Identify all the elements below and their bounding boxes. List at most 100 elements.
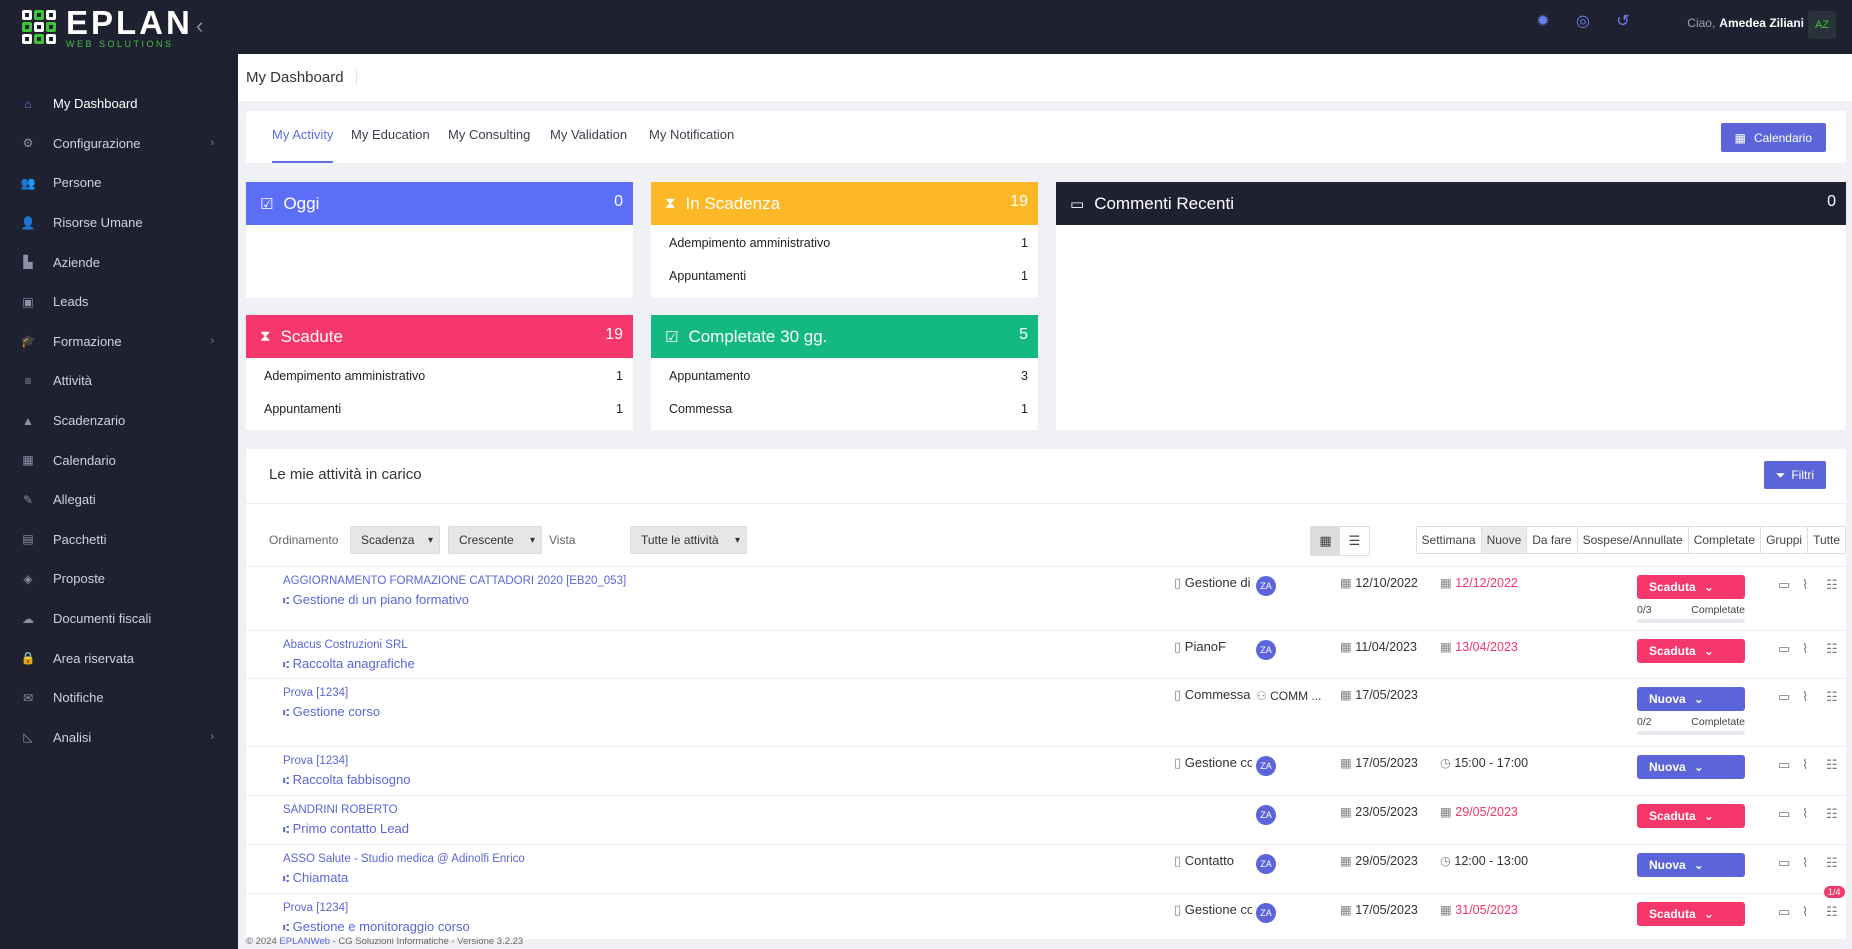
assignee-avatar[interactable]: ZA	[1256, 576, 1276, 596]
status-dropdown[interactable]: Nuova	[1637, 755, 1745, 779]
checklist-icon[interactable]: ☷	[1826, 757, 1838, 773]
sidebar-item-formazione[interactable]: 🎓 Formazione ›	[0, 322, 238, 362]
table-row[interactable]: Abacus Costruzioni SRL ⑆ Raccolta anagraf…	[246, 630, 1846, 678]
table-row[interactable]: ASSO Salute - Studio medica @ Adinolfi E…	[246, 844, 1846, 893]
assignee-avatar[interactable]: ZA	[1256, 854, 1276, 874]
comment-icon[interactable]: ▭	[1778, 689, 1790, 705]
row-activity-name[interactable]: ⑆ Raccolta anagrafiche	[283, 656, 415, 671]
sidebar-item-persone[interactable]: 👥 Persone	[0, 163, 238, 203]
tab-my-notification[interactable]: My Notification	[649, 127, 734, 142]
period-nuove[interactable]: Nuove	[1481, 527, 1528, 553]
comment-icon[interactable]: ▭	[1778, 577, 1790, 593]
row-reference[interactable]: Abacus Costruzioni SRL	[283, 639, 408, 651]
logo[interactable]: EPLAN WEB SOLUTIONS ‹	[0, 0, 238, 54]
history-icon[interactable]: ↺	[1614, 12, 1632, 30]
period-gruppi[interactable]: Gruppi	[1761, 527, 1809, 553]
sidebar-item-configurazione[interactable]: ⚙ Configurazione ›	[0, 124, 238, 164]
row-reference[interactable]: Prova [1234]	[283, 755, 348, 767]
assignee-group[interactable]: ⚇ COMM ...	[1256, 689, 1321, 703]
card-row[interactable]: Appuntamenti 1	[651, 259, 1038, 292]
assignee-avatar[interactable]: ZA	[1256, 805, 1276, 825]
sidebar-item-pacchetti[interactable]: ▤ Pacchetti	[0, 520, 238, 560]
status-dropdown[interactable]: Scaduta	[1637, 804, 1745, 828]
checklist-icon[interactable]: ☷	[1826, 855, 1838, 871]
period-sospese-annullate[interactable]: Sospese/Annullate	[1578, 527, 1689, 553]
card-row[interactable]: Appuntamento 3	[651, 359, 1038, 392]
row-reference[interactable]: SANDRINI ROBERTO	[283, 804, 398, 816]
row-activity-name[interactable]: ⑆ Raccolta fabbisogno	[283, 772, 410, 787]
sidebar-item-aziende[interactable]: ▙ Aziende	[0, 242, 238, 282]
checklist-icon[interactable]: ☷	[1826, 577, 1838, 593]
card-commenti-recenti[interactable]: ▭ Commenti Recenti 0	[1056, 182, 1846, 430]
support-lifebuoy-icon[interactable]: ◎	[1574, 12, 1592, 30]
tab-my-validation[interactable]: My Validation	[550, 127, 627, 142]
paperclip-icon[interactable]: ⌇	[1802, 757, 1808, 773]
sidebar-item-risorse-umane[interactable]: 👤 Risorse Umane	[0, 203, 238, 243]
card-completate[interactable]: ☑ Completate 30 gg. 5 Appuntamento 3 Commes…	[651, 315, 1038, 430]
table-row[interactable]: Prova [1234] ⑆ Gestione e monitoraggio co…	[246, 886, 1846, 939]
paperclip-icon[interactable]: ⌇	[1802, 577, 1808, 593]
status-dropdown[interactable]: Nuova	[1637, 687, 1745, 711]
table-row[interactable]: SANDRINI ROBERTO ⑆ Primo contatto Lead ZA ▦…	[246, 795, 1846, 844]
card-row[interactable]: Adempimento amministrativo 1	[246, 359, 633, 392]
collapse-sidebar-icon[interactable]: ‹	[196, 13, 203, 39]
filters-button[interactable]: ⏷ Filtri	[1763, 461, 1826, 489]
period-tutte[interactable]: Tutte	[1808, 527, 1845, 553]
comment-icon[interactable]: ▭	[1778, 757, 1790, 773]
sidebar-item-documenti-fiscali[interactable]: ☁ Documenti fiscali	[0, 599, 238, 639]
card-in-scadenza[interactable]: ⧗ In Scadenza 19 Adempimento amministrativ…	[651, 182, 1038, 298]
avatar[interactable]: AZ	[1808, 11, 1836, 39]
status-dropdown[interactable]: Scaduta	[1637, 639, 1745, 663]
row-reference[interactable]: Prova [1234]	[283, 687, 348, 699]
checklist-icon[interactable]: ☷	[1826, 641, 1838, 657]
status-dropdown[interactable]: Nuova	[1637, 853, 1745, 877]
paperclip-icon[interactable]: ⌇	[1802, 641, 1808, 657]
row-reference[interactable]: ASSO Salute - Studio medica @ Adinolfi E…	[283, 853, 525, 865]
sidebar-item-notifiche[interactable]: ✉ Notifiche	[0, 678, 238, 718]
paperclip-icon[interactable]: ⌇	[1802, 904, 1808, 920]
list-view-icon[interactable]: ☰	[1340, 527, 1369, 555]
status-dropdown[interactable]: Scaduta	[1637, 902, 1745, 926]
card-row[interactable]: Adempimento amministrativo 1	[651, 226, 1038, 259]
settings-gear-icon[interactable]: ✹	[1534, 12, 1552, 30]
card-oggi[interactable]: ☑ Oggi 0	[246, 182, 633, 298]
sidebar-item-proposte[interactable]: ◈ Proposte	[0, 559, 238, 599]
sort-field-select[interactable]: Scadenza	[350, 526, 440, 554]
status-dropdown[interactable]: Scaduta	[1637, 575, 1745, 599]
sidebar-item-analisi[interactable]: ◺ Analisi ›	[0, 718, 238, 758]
checklist-icon[interactable]: ☷	[1826, 689, 1838, 705]
calendar-button[interactable]: ▦ Calendario	[1720, 123, 1826, 152]
tab-my-education[interactable]: My Education	[351, 127, 430, 142]
row-activity-name[interactable]: ⑆ Gestione corso	[283, 704, 380, 719]
checklist-icon[interactable]: ☷	[1826, 904, 1838, 920]
sidebar-item-my-dashboard[interactable]: ⌂ My Dashboard	[0, 84, 238, 124]
tab-my-consulting[interactable]: My Consulting	[448, 127, 530, 142]
sidebar-item-attivit[interactable]: ≡ Attività	[0, 361, 238, 401]
sidebar-item-scadenzario[interactable]: ▲ Scadenzario	[0, 401, 238, 441]
comment-icon[interactable]: ▭	[1778, 855, 1790, 871]
assignee-avatar[interactable]: ZA	[1256, 640, 1276, 660]
grid-view-icon[interactable]: ▦	[1311, 527, 1340, 555]
assignee-avatar[interactable]: ZA	[1256, 756, 1276, 776]
tab-my-activity[interactable]: My Activity	[272, 127, 334, 163]
row-activity-name[interactable]: ⑆ Primo contatto Lead	[283, 821, 409, 836]
card-row[interactable]: Appuntamenti 1	[246, 392, 633, 425]
comment-icon[interactable]: ▭	[1778, 904, 1790, 920]
table-row[interactable]: Prova [1234] ⑆ Gestione corso ▯ Commessa ⚇ …	[246, 678, 1846, 746]
row-activity-name[interactable]: ⑆ Gestione e monitoraggio corso	[283, 919, 470, 934]
period-completate[interactable]: Completate	[1689, 527, 1762, 553]
comment-icon[interactable]: ▭	[1778, 806, 1790, 822]
row-reference[interactable]: AGGIORNAMENTO FORMAZIONE CATTADORI 2020 …	[283, 575, 626, 587]
row-reference[interactable]: Prova [1234]	[283, 902, 348, 914]
sidebar-item-calendario[interactable]: ▦ Calendario	[0, 440, 238, 480]
card-row[interactable]: Commessa 1	[651, 392, 1038, 425]
vista-select[interactable]: Tutte le attività	[630, 526, 747, 554]
table-row[interactable]: Prova [1234] ⑆ Raccolta fabbisogno ▯ Gesti…	[246, 746, 1846, 795]
sidebar-item-leads[interactable]: ▣ Leads	[0, 282, 238, 322]
card-scadute[interactable]: ⧗ Scadute 19 Adempimento amministrativo 1 A…	[246, 315, 633, 430]
paperclip-icon[interactable]: ⌇	[1802, 855, 1808, 871]
period-settimana[interactable]: Settimana	[1417, 527, 1482, 553]
comment-icon[interactable]: ▭	[1778, 641, 1790, 657]
checklist-icon[interactable]: ☷	[1826, 806, 1838, 822]
paperclip-icon[interactable]: ⌇	[1802, 806, 1808, 822]
